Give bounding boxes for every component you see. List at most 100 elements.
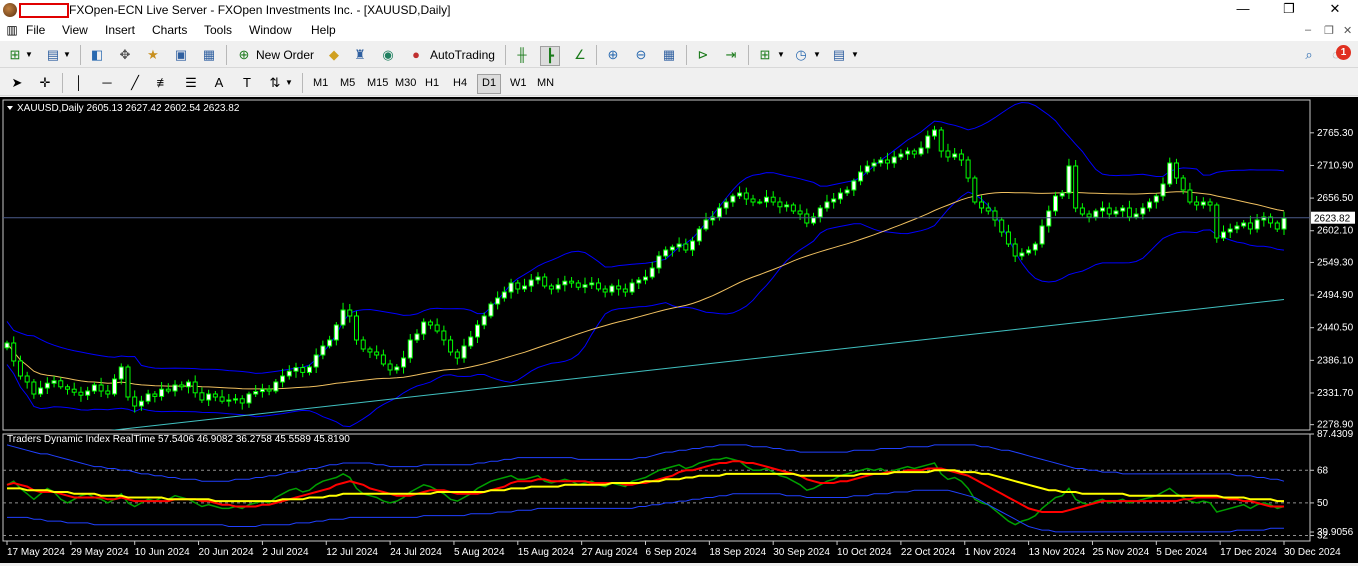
search-icon[interactable]: ⌕	[1300, 46, 1318, 64]
mdi-minimize-button[interactable]: –	[1305, 24, 1311, 36]
indicator-axis-label: 87.4309	[1317, 429, 1354, 440]
text-label-icon[interactable]: T	[238, 74, 256, 92]
menu-view[interactable]: View	[62, 23, 88, 37]
chart-shift-icon[interactable]: ⇥	[722, 46, 740, 64]
auto-scroll-icon[interactable]: ⊳	[694, 46, 712, 64]
mdi-close-button[interactable]: ✕	[1343, 24, 1352, 37]
timeframe-m1[interactable]: M1	[309, 74, 332, 92]
new-order-icon[interactable]: ⊕	[235, 46, 253, 64]
candle-body	[427, 321, 433, 326]
templates-icon[interactable]: ▤	[830, 46, 848, 64]
chart-canvas[interactable]: 2765.30 2710.90 2656.50 2602.10 2549.30 2494.…	[0, 97, 1358, 563]
terminal-icon[interactable]: ▣	[172, 46, 190, 64]
redacted-account-box	[19, 3, 69, 18]
candle-body	[952, 153, 958, 158]
bar-chart-icon[interactable]: ╫	[513, 46, 531, 64]
metaeditor-icon[interactable]: ◆	[325, 46, 343, 64]
candle-body	[246, 393, 252, 404]
price-axis-label: 2440.50	[1317, 323, 1354, 334]
vertical-line-icon[interactable]: │	[70, 74, 88, 92]
line-chart-icon[interactable]: ∠	[571, 46, 589, 64]
strategy-tester-icon[interactable]: ▦	[200, 46, 218, 64]
menu-window[interactable]: Window	[249, 23, 292, 37]
time-axis-label: 5 Dec 2024	[1156, 547, 1208, 558]
dropdown-arrow-icon[interactable]: ▼	[776, 46, 786, 64]
chart-window[interactable]: 2765.30 2710.90 2656.50 2602.10 2549.30 2494.…	[0, 97, 1358, 563]
new-order-button[interactable]: New Order	[256, 48, 314, 62]
candle-body	[555, 284, 561, 290]
timeframe-m15[interactable]: M15	[363, 74, 392, 92]
time-axis-label: 22 Oct 2024	[901, 547, 956, 558]
timeframe-w1[interactable]: W1	[506, 74, 531, 92]
arrows-icon[interactable]: ⇅	[266, 74, 284, 92]
signals-icon[interactable]: ◉	[379, 46, 397, 64]
candle-body	[589, 282, 595, 286]
menu-help[interactable]: Help	[311, 23, 336, 37]
tdi-lower-band	[7, 489, 1284, 533]
minimize-button[interactable]: —	[1220, 0, 1266, 20]
autotrading-button[interactable]: AutoTrading	[430, 48, 495, 62]
chart-window-icon[interactable]: ▥	[3, 21, 21, 39]
candle-body	[1274, 222, 1280, 230]
candle-body	[831, 198, 837, 203]
candle-body	[1200, 201, 1206, 206]
crosshair-icon[interactable]: ✛	[36, 74, 54, 92]
dropdown-arrow-icon[interactable]: ▼	[24, 46, 34, 64]
candle-body	[757, 201, 763, 204]
timeframe-mn[interactable]: MN	[533, 74, 558, 92]
dropdown-arrow-icon[interactable]: ▼	[850, 46, 860, 64]
tdi-market-base-line	[7, 469, 1284, 503]
autotrading-icon[interactable]: ●	[407, 46, 425, 64]
menu-charts[interactable]: Charts	[152, 23, 187, 37]
timeframe-h1[interactable]: H1	[421, 74, 443, 92]
candle-body	[508, 282, 514, 293]
mdi-restore-button[interactable]: ❐	[1324, 24, 1334, 37]
menu-tools[interactable]: Tools	[204, 23, 232, 37]
zoom-out-icon[interactable]: ⊖	[632, 46, 650, 64]
horizontal-line-icon[interactable]: ─	[98, 74, 116, 92]
indicators-icon[interactable]: ⊞	[756, 46, 774, 64]
text-icon[interactable]: A	[210, 74, 228, 92]
timeframe-h4[interactable]: H4	[449, 74, 471, 92]
timeframe-m30[interactable]: M30	[391, 74, 420, 92]
time-axis-label: 10 Jun 2024	[135, 547, 190, 558]
periods-icon[interactable]: ◷	[792, 46, 810, 64]
community-icon[interactable]: ♜	[351, 46, 369, 64]
close-button[interactable]: ✕	[1312, 0, 1358, 20]
navigator-icon[interactable]: ★	[144, 46, 162, 64]
current-price-label: 2623.82	[1314, 214, 1351, 225]
channel-icon[interactable]: ≢	[154, 74, 172, 92]
menu-file[interactable]: File	[26, 23, 45, 37]
candle-body	[441, 330, 447, 341]
tile-windows-icon[interactable]: ▦	[660, 46, 678, 64]
data-window-icon[interactable]: ✥	[116, 46, 134, 64]
dropdown-arrow-icon[interactable]: ▼	[812, 46, 822, 64]
menu-insert[interactable]: Insert	[105, 23, 135, 37]
price-axis-label: 2765.30	[1317, 128, 1354, 139]
toolbar-separator	[505, 45, 506, 65]
restore-button[interactable]: ❐	[1266, 0, 1312, 20]
dropdown-arrow-icon[interactable]: ▼	[62, 46, 72, 64]
candle-body	[152, 393, 158, 397]
timeframe-d1[interactable]: D1	[477, 74, 502, 94]
dropdown-arrow-icon[interactable]: ▼	[284, 74, 294, 92]
cursor-icon[interactable]: ➤	[8, 74, 26, 92]
profiles-icon[interactable]: ▤	[44, 46, 62, 64]
notification-badge[interactable]: 1	[1336, 45, 1351, 60]
candle-body	[629, 282, 635, 293]
fibonacci-icon[interactable]: ☰	[182, 74, 200, 92]
time-axis-label: 18 Sep 2024	[709, 547, 766, 558]
zoom-in-icon[interactable]: ⊕	[604, 46, 622, 64]
trendline-icon[interactable]: ╱	[126, 74, 144, 92]
candlestick-chart-icon[interactable]: ┣	[540, 46, 560, 66]
market-watch-icon[interactable]: ◧	[88, 46, 106, 64]
candle-body	[78, 391, 84, 396]
candle-body	[125, 366, 131, 398]
candle-body	[609, 285, 615, 293]
candle-body	[414, 333, 420, 341]
timeframe-m5[interactable]: M5	[336, 74, 359, 92]
candle-body	[253, 391, 259, 395]
new-chart-icon[interactable]: ⊞	[6, 46, 24, 64]
candle-body	[1046, 210, 1052, 227]
candle-body	[992, 210, 998, 221]
